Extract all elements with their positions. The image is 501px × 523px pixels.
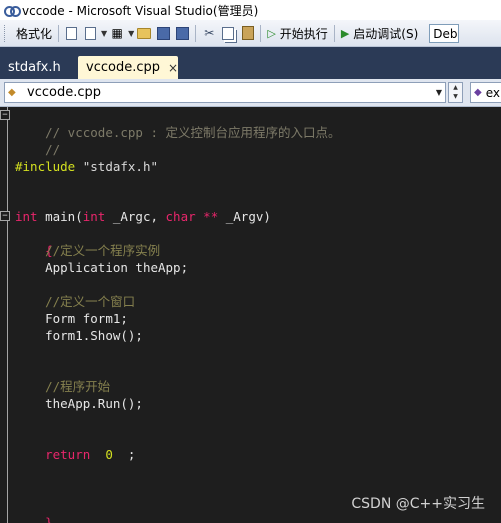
toolbar-grip[interactable] — [4, 24, 7, 42]
title-bar: vccode - Microsoft Visual Studio(管理员) — [0, 0, 501, 20]
scope-dropdown[interactable]: ◆ vccode.cpp ▼ — [4, 82, 446, 103]
number: 0 — [105, 447, 113, 462]
toolbar-separator — [58, 24, 60, 42]
solution-config-select[interactable]: Deb — [429, 23, 460, 43]
collapse-icon[interactable]: − — [0, 211, 10, 221]
code-line: Form form1; — [15, 310, 128, 327]
member-value: ex — [485, 85, 500, 100]
function-name: main( — [37, 209, 83, 224]
split-scroll-buttons[interactable]: ▲ ▼ — [448, 82, 463, 103]
code-line: //定义一个程序实例 — [15, 242, 160, 259]
statement: form1.Show(); — [45, 328, 143, 343]
save-icon[interactable] — [157, 26, 171, 40]
tab-label: stdafx.h — [8, 60, 61, 75]
chevron-down-icon[interactable]: ▼ — [128, 29, 134, 38]
navigation-bar: ◆ vccode.cpp ▼ ▲ ▼ ◆ ex — [0, 79, 501, 107]
toolbar-separator — [260, 24, 262, 42]
member-dropdown[interactable]: ◆ ex — [470, 82, 501, 103]
code-line: // — [15, 124, 60, 157]
start-label: 开始执行 — [279, 26, 328, 41]
semicolon: ; — [127, 447, 136, 462]
statement: Application theApp; — [45, 260, 189, 275]
comment: //定义一个窗口 — [45, 294, 136, 309]
cut-icon[interactable]: ✂ — [201, 25, 217, 41]
comment: // — [45, 142, 61, 157]
code-line: //程序开始 — [15, 378, 110, 395]
statement: theApp.Run(); — [45, 396, 143, 411]
member-icon: ◆ — [474, 87, 482, 98]
toolbar: 格式化 ▼ ▦ ▼ ✂ ▷ 开始执行 ▶ 启动调试(S) Deb — [0, 20, 501, 47]
format-button[interactable]: 格式化 — [13, 23, 55, 43]
chevron-down-icon[interactable]: ▼ — [433, 88, 445, 97]
code-line: int main(int _Argc, char ** _Argv) — [15, 208, 271, 225]
window-title: vccode - Microsoft Visual Studio(管理员) — [22, 3, 259, 18]
code-line: form1.Show(); — [15, 327, 143, 344]
paste-icon[interactable] — [242, 26, 255, 40]
open-folder-icon[interactable] — [137, 27, 152, 39]
operator: ** — [195, 209, 219, 224]
document-tab-strip: stdafx.h vccode.cpp × — [0, 47, 501, 79]
statement: Form form1; — [45, 311, 128, 326]
keyword: return — [45, 447, 91, 462]
toolbar-separator — [333, 24, 335, 42]
comment: // vccode.cpp : 定义控制台应用程序的入口点。 — [45, 125, 341, 140]
outline-gutter — [7, 107, 11, 523]
copy-icon[interactable] — [222, 26, 235, 40]
keyword: int — [15, 209, 38, 224]
identifier: _Argv) — [218, 209, 271, 224]
grid-icon[interactable]: ▦ — [109, 25, 125, 41]
code-line: //定义一个窗口 — [15, 293, 135, 310]
chevron-down-icon[interactable]: ▼ — [101, 29, 107, 38]
start-without-debug-button[interactable]: ▷ 开始执行 — [264, 23, 330, 43]
code-line: return 0 ; — [15, 446, 135, 463]
file-scope-icon: ◆ — [8, 87, 16, 98]
code-line: #include "stdafx.h" — [15, 158, 158, 175]
code-line: { — [15, 225, 53, 258]
include-file: "stdafx.h" — [82, 159, 159, 174]
brace: } — [45, 515, 53, 523]
scope-value: vccode.cpp — [27, 85, 101, 100]
collapse-icon[interactable]: − — [0, 110, 10, 120]
watermark: CSDN @C++实习生 — [351, 496, 485, 512]
tab-vccode-cpp[interactable]: vccode.cpp × — [78, 56, 178, 79]
code-line: // vccode.cpp : 定义控制台应用程序的入口点。 — [15, 107, 340, 140]
tab-stdafx-h[interactable]: stdafx.h — [0, 56, 69, 79]
preprocessor-keyword: #include — [15, 159, 76, 174]
debug-label: 启动调试(S) — [353, 26, 419, 41]
comment: //定义一个程序实例 — [45, 243, 161, 258]
keyword: int — [82, 209, 106, 224]
start-debug-button[interactable]: ▶ 启动调试(S) — [338, 23, 421, 43]
code-line: theApp.Run(); — [15, 395, 143, 412]
play-icon: ▶ — [340, 26, 350, 40]
visual-studio-icon — [4, 5, 21, 17]
keyword: char — [165, 209, 196, 224]
toolbar-separator — [195, 24, 197, 42]
play-icon: ▷ — [267, 26, 276, 40]
add-item-icon[interactable] — [85, 26, 97, 40]
code-line: } — [15, 497, 53, 523]
comment: //程序开始 — [45, 379, 111, 394]
identifier: _Argc, — [105, 209, 166, 224]
close-icon[interactable]: × — [168, 61, 178, 75]
tab-label: vccode.cpp — [86, 60, 160, 75]
code-editor[interactable]: − − // vccode.cpp : 定义控制台应用程序的入口点。 // #i… — [0, 107, 501, 523]
save-all-icon[interactable] — [176, 26, 190, 40]
code-line: Application theApp; — [15, 259, 188, 276]
new-project-icon[interactable] — [66, 26, 78, 40]
